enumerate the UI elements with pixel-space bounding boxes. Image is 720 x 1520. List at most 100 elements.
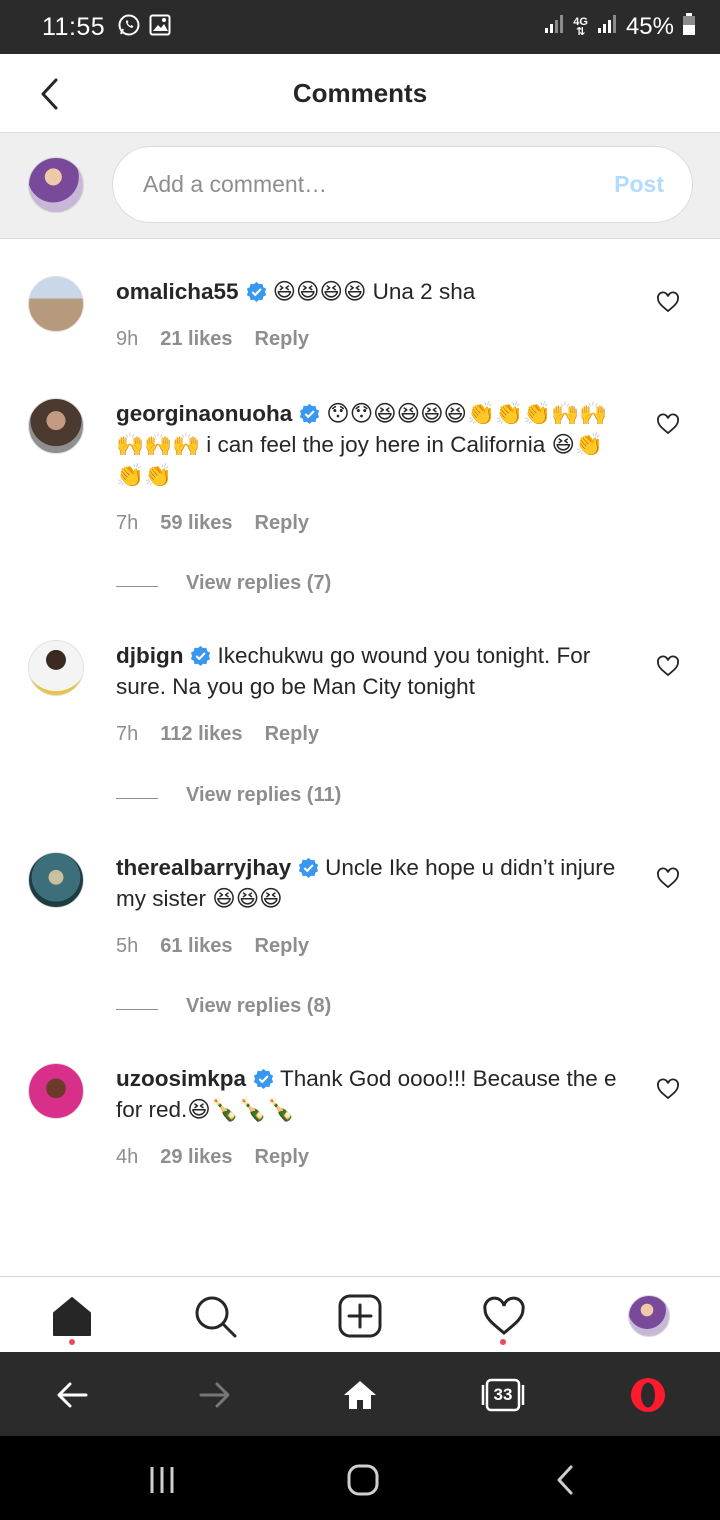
comment-text-block: georginaonuoha 😯😯😆😆😆😆👏👏👏🙌🙌🙌🙌🙌 i can feel … [116, 398, 630, 491]
divider [116, 1009, 158, 1010]
system-nav-bar [0, 1436, 720, 1520]
comment-text-block: uzoosimkpa Thank God oooo!!! Because the … [116, 1063, 630, 1125]
view-replies-row: View replies (8) [0, 994, 720, 1024]
comment-username[interactable]: djbign [116, 643, 183, 668]
comment-body: Ikechukwu go wound you tonight. For sure… [116, 643, 591, 699]
comment-meta: 7h 59 likes Reply [116, 512, 630, 535]
comment-time: 7h [116, 723, 139, 745]
comment-meta: 7h 112 likes Reply [116, 723, 630, 746]
avatar[interactable] [28, 398, 84, 454]
heart-icon[interactable] [656, 867, 680, 889]
comment-time: 5h [116, 935, 139, 957]
arrow-right-icon [199, 1382, 230, 1408]
nav-search[interactable] [192, 1293, 238, 1339]
header: Comments [0, 54, 720, 133]
chevron-left-icon [557, 1465, 573, 1495]
signal-icon [543, 13, 565, 41]
comment-time: 7h [116, 512, 139, 534]
heart-icon[interactable] [656, 413, 680, 435]
comment-item: georginaonuoha 😯😯😆😆😆😆👏👏👏🙌🙌🙌🙌🙌 i can feel … [0, 398, 720, 535]
browser-tabs-button[interactable]: 33 [480, 1372, 526, 1418]
bottom-nav [0, 1276, 720, 1352]
comment-meta: 5h 61 likes Reply [116, 935, 630, 958]
comment-likes[interactable]: 61 likes [160, 935, 232, 958]
comment-item: therealbarryjhay Uncle Ike hope u didn’t … [0, 852, 720, 958]
status-bar: 11:55 4G ⇅ 45% [0, 0, 720, 54]
reply-button[interactable]: Reply [265, 723, 319, 746]
comment-body: 😆😆😆😆 Una 2 sha [272, 279, 476, 304]
tabs-count: 33 [493, 1385, 513, 1404]
comment-username[interactable]: therealbarryjhay [116, 855, 291, 880]
nav-profile[interactable] [626, 1293, 672, 1339]
comment-likes[interactable]: 21 likes [160, 328, 232, 351]
my-avatar [28, 157, 84, 213]
whatsapp-icon [117, 13, 141, 42]
reply-button[interactable]: Reply [255, 1146, 309, 1169]
comment-input[interactable] [143, 171, 615, 198]
home-icon [53, 1297, 91, 1336]
view-replies-button[interactable]: View replies (7) [186, 572, 331, 595]
arrow-left-icon [57, 1382, 88, 1408]
opera-menu-button[interactable] [625, 1372, 671, 1418]
notification-dot [500, 1339, 506, 1345]
browser-back-button[interactable] [49, 1372, 95, 1418]
avatar[interactable] [28, 1063, 84, 1119]
verified-badge-icon [246, 281, 266, 302]
view-replies-row: View replies (7) [0, 571, 720, 601]
profile-avatar [628, 1295, 670, 1337]
comment-time: 9h [116, 328, 139, 350]
heart-icon[interactable] [656, 655, 680, 677]
system-home-button[interactable] [341, 1458, 385, 1502]
reply-button[interactable]: Reply [255, 512, 309, 535]
reply-button[interactable]: Reply [255, 935, 309, 958]
heart-icon[interactable] [656, 1078, 680, 1100]
browser-home-button[interactable] [337, 1372, 383, 1418]
avatar[interactable] [28, 276, 84, 332]
divider [116, 798, 158, 799]
reply-button[interactable]: Reply [255, 328, 309, 351]
verified-badge-icon [300, 403, 320, 424]
verified-badge-icon [253, 1068, 274, 1089]
avatar[interactable] [28, 640, 84, 696]
comment-item: djbign Ikechukwu go wound you tonight. Fo… [0, 640, 720, 746]
comment-username[interactable]: georginaonuoha [116, 401, 292, 426]
battery-percent: 45% [625, 13, 674, 40]
verified-badge-icon [191, 645, 211, 666]
browser-forward-button[interactable] [192, 1372, 238, 1418]
system-back-button[interactable] [543, 1458, 587, 1502]
comment-likes[interactable]: 112 likes [160, 723, 242, 746]
comment-item: uzoosimkpa Thank God oooo!!! Because the … [0, 1063, 720, 1169]
view-replies-row: View replies (11) [0, 783, 720, 813]
post-button[interactable]: Post [614, 171, 664, 198]
avatar[interactable] [28, 852, 84, 908]
search-icon [195, 1296, 237, 1338]
comment-likes[interactable]: 59 likes [160, 512, 232, 535]
battery-icon [682, 12, 696, 43]
view-replies-button[interactable]: View replies (8) [186, 995, 331, 1018]
recent-apps-button[interactable] [140, 1458, 184, 1502]
comment-composer: Post [0, 133, 720, 239]
opera-logo-icon [631, 1378, 665, 1412]
nav-new-post[interactable] [337, 1293, 383, 1339]
verified-badge-icon [298, 857, 319, 878]
notification-dot [69, 1339, 75, 1345]
signal-icon-2 [596, 13, 618, 41]
comment-username[interactable]: omalicha55 [116, 279, 239, 304]
home-circle-icon [347, 1464, 379, 1496]
recent-apps-icon [150, 1467, 174, 1493]
comment-item: omalicha55 😆😆😆😆 Una 2 sha 9h 21 likes Rep… [0, 276, 720, 351]
comment-username[interactable]: uzoosimkpa [116, 1066, 246, 1091]
comment-meta: 4h 29 likes Reply [116, 1146, 630, 1169]
nav-activity[interactable] [481, 1293, 527, 1339]
nav-home[interactable] [49, 1293, 95, 1339]
heart-icon[interactable] [656, 291, 680, 313]
comment-time: 4h [116, 1146, 139, 1168]
divider [116, 586, 158, 587]
home-icon [344, 1381, 376, 1409]
comment-input-wrapper: Post [112, 146, 693, 223]
comment-meta: 9h 21 likes Reply [116, 328, 630, 351]
view-replies-button[interactable]: View replies (11) [186, 784, 341, 807]
comment-text-block: omalicha55 😆😆😆😆 Una 2 sha [116, 276, 630, 307]
comment-text-block: therealbarryjhay Uncle Ike hope u didn’t … [116, 852, 630, 914]
comment-likes[interactable]: 29 likes [160, 1146, 232, 1169]
